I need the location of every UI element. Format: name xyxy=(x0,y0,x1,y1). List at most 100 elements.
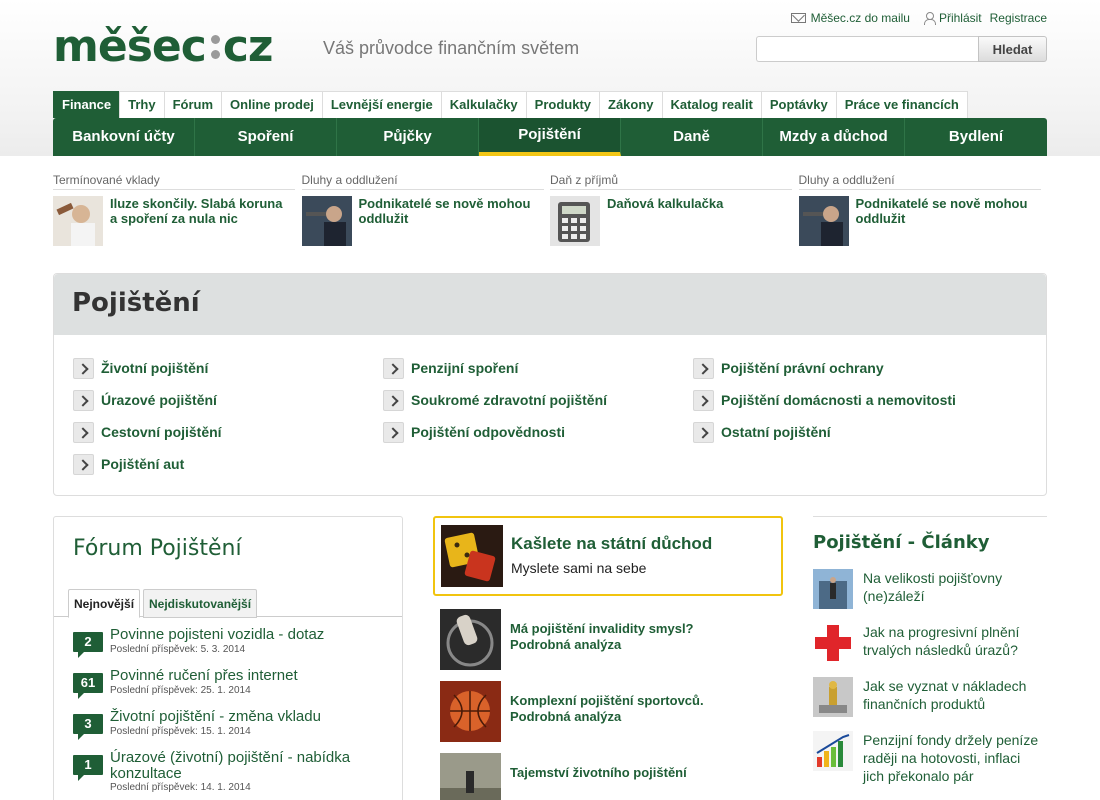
main-nav: Bankovní účty Spoření Půjčky Pojištění D… xyxy=(53,118,1047,156)
featured-category[interactable]: Dluhy a oddlužení xyxy=(301,173,544,190)
tab-finance[interactable]: Finance xyxy=(53,91,121,118)
link-cestovni-pojisteni[interactable]: Cestovní pojištění xyxy=(73,421,373,443)
link-label: Pojištění právní ochrany xyxy=(721,360,884,376)
link-pojisteni-pravni-ochrany[interactable]: Pojištění právní ochrany xyxy=(693,357,993,379)
figurine-thumbnail xyxy=(813,677,853,717)
featured-thumbnail[interactable] xyxy=(301,196,352,246)
featured-item: Termínované vklady Iluze skončily. Slabá… xyxy=(53,173,299,263)
promo-box[interactable]: Kašlete na státní důchod Myslete sami na… xyxy=(433,516,783,596)
nav-bydleni[interactable]: Bydlení xyxy=(905,118,1047,156)
article-title[interactable]: Má pojištění invalidity smysl? Podrobná … xyxy=(510,621,750,653)
featured-title[interactable]: Podnikatelé se nově mohou oddlužit xyxy=(359,196,534,226)
article-link-title[interactable]: Jak se vyznat v nákladech finančních pro… xyxy=(863,677,1043,713)
featured-category[interactable]: Dluhy a oddlužení xyxy=(798,173,1041,190)
nav-pojisteni[interactable]: Pojištění xyxy=(479,118,621,156)
featured-category[interactable]: Termínované vklady xyxy=(53,173,295,190)
featured-thumbnail[interactable] xyxy=(53,196,103,246)
article-link[interactable]: Na velikosti pojišťovny (ne)záleží xyxy=(813,569,1047,621)
featured-strip: Termínované vklady Iluze skončily. Slabá… xyxy=(53,173,1047,263)
topic-title[interactable]: Úrazové (životní) pojištění - nabídka ko… xyxy=(110,750,370,782)
chevron-right-icon xyxy=(73,357,94,379)
featured-item: Dluhy a oddlužení Podnikatelé se nově mo… xyxy=(301,173,548,263)
nav-bankovni-ucty[interactable]: Bankovní účty xyxy=(53,118,195,156)
featured-thumbnail[interactable] xyxy=(798,196,849,246)
tab-newest[interactable]: Nejnovější xyxy=(68,589,141,618)
basketball-thumbnail xyxy=(440,681,501,742)
search-input[interactable] xyxy=(756,36,978,62)
top-links: Měšec.cz do mailu Přihlásit Registrace xyxy=(790,11,1047,25)
landscape-thumbnail xyxy=(440,753,501,800)
article-item[interactable]: Tajemství životního pojištění xyxy=(440,753,785,800)
mail-link[interactable]: Měšec.cz do mailu xyxy=(790,11,910,25)
nav-pujcky[interactable]: Půjčky xyxy=(337,118,479,156)
article-title[interactable]: Tajemství životního pojištění xyxy=(510,765,750,781)
link-penzijni-sporeni[interactable]: Penzijní spoření xyxy=(383,357,683,379)
tab-online-prodej[interactable]: Online prodej xyxy=(221,91,323,118)
bar-chart-thumbnail xyxy=(813,731,853,771)
forum-panel: Fórum Pojištění Nejnovější Nejdiskutovan… xyxy=(53,516,403,800)
envelope-icon xyxy=(790,13,806,23)
article-link-title[interactable]: Na velikosti pojišťovny (ne)záleží xyxy=(863,569,1043,605)
link-urazove-pojisteni[interactable]: Úrazové pojištění xyxy=(73,389,373,411)
link-ostatni-pojisteni[interactable]: Ostatní pojištění xyxy=(693,421,993,443)
tab-zakony[interactable]: Zákony xyxy=(599,91,663,118)
login-link[interactable]: Přihlásit xyxy=(923,11,982,25)
search-button[interactable]: Hledat xyxy=(978,36,1047,62)
topic-meta: Poslední příspěvek: 25. 1. 2014 xyxy=(110,685,251,696)
section-box: Pojištění Životní pojištění Úrazové poji… xyxy=(53,273,1047,496)
article-item[interactable]: Komplexní pojištění sportovců. Podrobná … xyxy=(440,681,785,743)
section-header xyxy=(54,274,1046,335)
articles-title: Pojištění - Články xyxy=(813,532,990,553)
site-logo[interactable]: měšec cz xyxy=(53,22,274,72)
red-cross-icon xyxy=(813,623,853,663)
reply-count-badge: 1 xyxy=(73,755,103,781)
register-link[interactable]: Registrace xyxy=(990,11,1047,25)
chevron-right-icon xyxy=(383,357,404,379)
featured-category[interactable]: Daň z příjmů xyxy=(550,173,792,190)
tab-kalkulacky[interactable]: Kalkulačky xyxy=(440,91,527,118)
tab-trhy[interactable]: Trhy xyxy=(119,91,165,118)
tab-katalog-realit[interactable]: Katalog realit xyxy=(661,91,762,118)
tab-produkty[interactable]: Produkty xyxy=(525,91,601,118)
article-link[interactable]: Jak se vyznat v nákladech finančních pro… xyxy=(813,677,1047,729)
link-pojisteni-aut[interactable]: Pojištění aut xyxy=(73,453,373,475)
link-label: Ostatní pojištění xyxy=(721,424,831,440)
promo-title[interactable]: Kašlete na státní důchod xyxy=(511,534,712,554)
topic-title[interactable]: Životní pojištění - změna vkladu xyxy=(110,709,370,725)
article-link-title[interactable]: Jak na progresivní plnění trvalých násle… xyxy=(863,623,1043,659)
link-label: Cestovní pojištění xyxy=(101,424,222,440)
promo-subtitle: Myslete sami na sebe xyxy=(511,560,647,576)
tagline: Váš průvodce finančním světem xyxy=(323,38,580,58)
nav-mzdy-a-duchod[interactable]: Mzdy a důchod xyxy=(763,118,905,156)
nav-dane[interactable]: Daně xyxy=(621,118,763,156)
topic-title[interactable]: Povinne pojisteni vozidla - dotaz xyxy=(110,627,370,643)
articles-panel: Pojištění - Články Na velikosti pojišťov… xyxy=(813,516,1047,784)
tab-levnejsi-energie[interactable]: Levnější energie xyxy=(321,91,442,118)
tab-forum[interactable]: Fórum xyxy=(163,91,223,118)
article-link-title[interactable]: Penzijní fondy držely peníze raději na h… xyxy=(863,731,1043,785)
topic-meta: Poslední příspěvek: 14. 1. 2014 xyxy=(110,782,251,793)
calculator-thumbnail[interactable] xyxy=(550,196,600,246)
featured-title[interactable]: Podnikatelé se nově mohou oddlužit xyxy=(856,196,1031,226)
chevron-right-icon xyxy=(693,389,714,411)
link-pojisteni-odpovednosti[interactable]: Pojištění odpovědnosti xyxy=(383,421,683,443)
chevron-right-icon xyxy=(693,357,714,379)
forum-title: Fórum Pojištění xyxy=(73,536,242,561)
featured-title[interactable]: Daňová kalkulačka xyxy=(607,196,782,211)
tab-prace-ve-financich[interactable]: Práce ve financích xyxy=(835,91,968,118)
article-link[interactable]: Jak na progresivní plnění trvalých násle… xyxy=(813,623,1047,675)
article-title[interactable]: Komplexní pojištění sportovců. Podrobná … xyxy=(510,693,750,725)
link-zivotni-pojisteni[interactable]: Životní pojištění xyxy=(73,357,373,379)
dice-thumbnail xyxy=(441,525,503,587)
link-soukrome-zdravotni-pojisteni[interactable]: Soukromé zdravotní pojištění xyxy=(383,389,683,411)
article-link[interactable]: Penzijní fondy držely peníze raději na h… xyxy=(813,731,1047,785)
tab-most-discussed[interactable]: Nejdiskutovanější xyxy=(143,589,258,618)
tab-poptavky[interactable]: Poptávky xyxy=(760,91,837,118)
nav-sporeni[interactable]: Spoření xyxy=(195,118,337,156)
link-pojisteni-domacnosti[interactable]: Pojištění domácnosti a nemovitosti xyxy=(693,389,993,411)
topic-title[interactable]: Povinné ručení přes internet xyxy=(110,668,370,684)
forum-tabs: Nejnovější Nejdiskutovanější xyxy=(54,589,402,618)
reply-count-badge: 3 xyxy=(73,714,103,740)
article-item[interactable]: Má pojištění invalidity smysl? Podrobná … xyxy=(440,609,785,671)
featured-title[interactable]: Iluze skončily. Slabá koruna a spoření z… xyxy=(110,196,285,226)
